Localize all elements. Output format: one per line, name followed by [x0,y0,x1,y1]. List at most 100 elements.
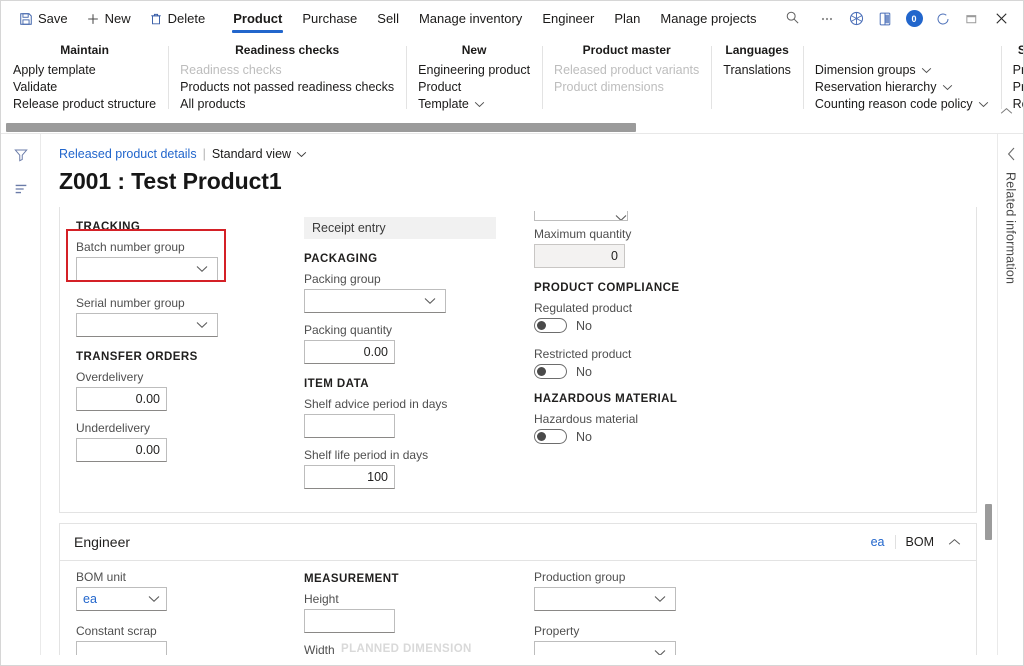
tab-product[interactable]: Product [223,4,292,34]
search-icon[interactable] [779,4,806,34]
restore-window-icon[interactable] [958,5,986,33]
restricted-product-toggle[interactable] [534,364,567,379]
chevron-down-icon[interactable] [193,260,211,278]
tab-purchase-label: Purchase [302,10,358,26]
chevron-down-icon[interactable] [651,590,669,608]
chevron-down-icon[interactable] [651,644,669,655]
field-property: Property [534,623,960,655]
engineer-section-header[interactable]: Engineer ea BOM [59,523,977,561]
new-button[interactable]: New [78,5,139,32]
tab-sell[interactable]: Sell [367,4,409,34]
chevron-up-icon[interactable] [944,538,964,546]
overdelivery-input[interactable]: 0.00 [76,387,167,411]
engineer-summary-bom[interactable]: BOM [894,535,944,549]
ribbon-item-translations[interactable]: Translations [723,62,791,78]
maximum-quantity-value: 0 [611,249,618,263]
serial-number-group-combobox[interactable] [76,313,218,337]
field-packing-group: Packing group [304,271,534,313]
constant-scrap-input[interactable] [76,641,167,655]
ribbon-item-label: Reservation hierarchy [814,80,937,94]
office-app-icon[interactable] [871,5,899,33]
regulated-product-label: Regulated product [534,301,633,315]
chevron-down-icon[interactable] [421,292,439,310]
tab-engineer[interactable]: Engineer [532,4,604,34]
ribbon-group-new: New Engineering product Product Template [406,40,542,121]
refresh-icon[interactable] [929,5,957,33]
tab-manage-projects[interactable]: Manage projects [650,4,766,34]
maximum-quantity-input[interactable]: 0 [534,244,625,268]
overflow-icon[interactable] [813,5,841,33]
field-shelf-life-period: Shelf life period in days 100 [304,447,534,489]
view-selector[interactable]: Standard view [212,146,307,162]
packing-quantity-input[interactable]: 0.00 [304,340,395,364]
ribbon-item-validate[interactable]: Validate [13,79,156,95]
breadcrumb-link[interactable]: Released product details [59,146,197,162]
ribbon-item-label: Counting reason code policy [814,97,973,111]
chevron-down-icon[interactable] [193,316,211,334]
height-input[interactable] [304,609,395,633]
ribbon-group-maintain: Maintain Apply template Validate Release… [1,40,168,121]
settings-icon[interactable] [842,5,870,33]
scrollbar-thumb[interactable] [985,504,992,540]
ribbon-item-release-product-structure[interactable]: Release product structure [13,96,156,112]
chevron-down-icon[interactable] [145,590,163,608]
trash-icon [149,12,163,26]
ribbon-item-label: Template [418,97,469,111]
scrollbar-thumb[interactable] [6,123,636,132]
restricted-product-value: No [576,364,592,379]
shelf-life-period-label: Shelf life period in days [304,448,429,462]
shelf-life-period-input[interactable]: 100 [304,465,395,489]
tab-purchase[interactable]: Purchase [292,4,367,34]
filter-icon[interactable] [9,144,33,166]
production-group-combobox[interactable] [534,587,676,611]
ribbon-item-all-products[interactable]: All products [180,96,394,112]
chevron-down-icon [296,146,307,162]
property-combobox[interactable] [534,641,676,655]
ribbon-group-product-master: Product master Released product variants… [542,40,711,121]
content-vertical-scrollbar[interactable] [983,188,994,649]
toggle-knob [537,367,546,376]
underdelivery-input[interactable]: 0.00 [76,438,167,462]
ribbon-group-dimensions: Dimension groups Reservation hierarchy C… [802,40,1001,121]
notifications-badge[interactable]: 0 [900,5,928,33]
ribbon-item-set-1[interactable]: Prod [1013,62,1023,78]
ribbon-horizontal-scrollbar[interactable] [1,121,1023,134]
ribbon-item-template[interactable]: Template [418,96,530,112]
tab-manage-projects-label: Manage projects [660,10,757,26]
ribbon-item-product[interactable]: Product [418,79,530,95]
regulated-product-toggle[interactable] [534,318,567,333]
overdelivery-label: Overdelivery [76,370,144,384]
delete-label: Delete [167,11,206,26]
ribbon-item-apply-template[interactable]: Apply template [13,62,156,78]
engineer-summary-unit[interactable]: ea [861,535,895,549]
batch-number-group-combobox[interactable] [76,257,218,281]
chevron-left-icon[interactable] [1003,146,1019,162]
hazardous-material-toggle[interactable] [534,429,567,444]
engineer-column-middle: MEASUREMENT Height Width [304,569,534,655]
ribbon-item-counting-reason-code-policy[interactable]: Counting reason code policy [815,96,989,112]
tab-plan[interactable]: Plan [604,4,650,34]
ribbon-item-reservation-hierarchy[interactable]: Reservation hierarchy [815,79,989,95]
delete-button[interactable]: Delete [141,5,214,32]
field-underdelivery: Underdelivery 0.00 [76,420,304,462]
tab-manage-inventory[interactable]: Manage inventory [409,4,532,34]
bom-unit-combobox[interactable]: ea [76,587,167,611]
ribbon-item-products-not-passed[interactable]: Products not passed readiness checks [180,79,394,95]
engineer-section-body: BOM unit ea Constant scrap MEASUREMENT H… [59,561,977,655]
shelf-advice-period-input[interactable] [304,414,395,438]
clipped-combobox-above[interactable] [534,211,628,221]
list-lines-icon[interactable] [9,178,33,200]
toggle-knob [537,432,546,441]
close-icon[interactable] [987,5,1015,33]
ribbon-item-label: Apply template [13,63,96,77]
ribbon-item-engineering-product[interactable]: Engineering product [418,62,530,78]
save-label: Save [38,11,68,26]
ribbon-item-label: Prod [1012,80,1023,94]
ribbon-item-set-2[interactable]: Prod [1013,79,1023,95]
ribbon-item-dimension-groups[interactable]: Dimension groups [815,62,989,78]
packing-group-combobox[interactable] [304,289,446,313]
save-button[interactable]: Save [11,5,76,32]
related-information-label[interactable]: Related information [1004,172,1018,284]
ribbon-group-title: Languages [725,43,789,57]
chevron-up-icon[interactable] [997,103,1015,119]
